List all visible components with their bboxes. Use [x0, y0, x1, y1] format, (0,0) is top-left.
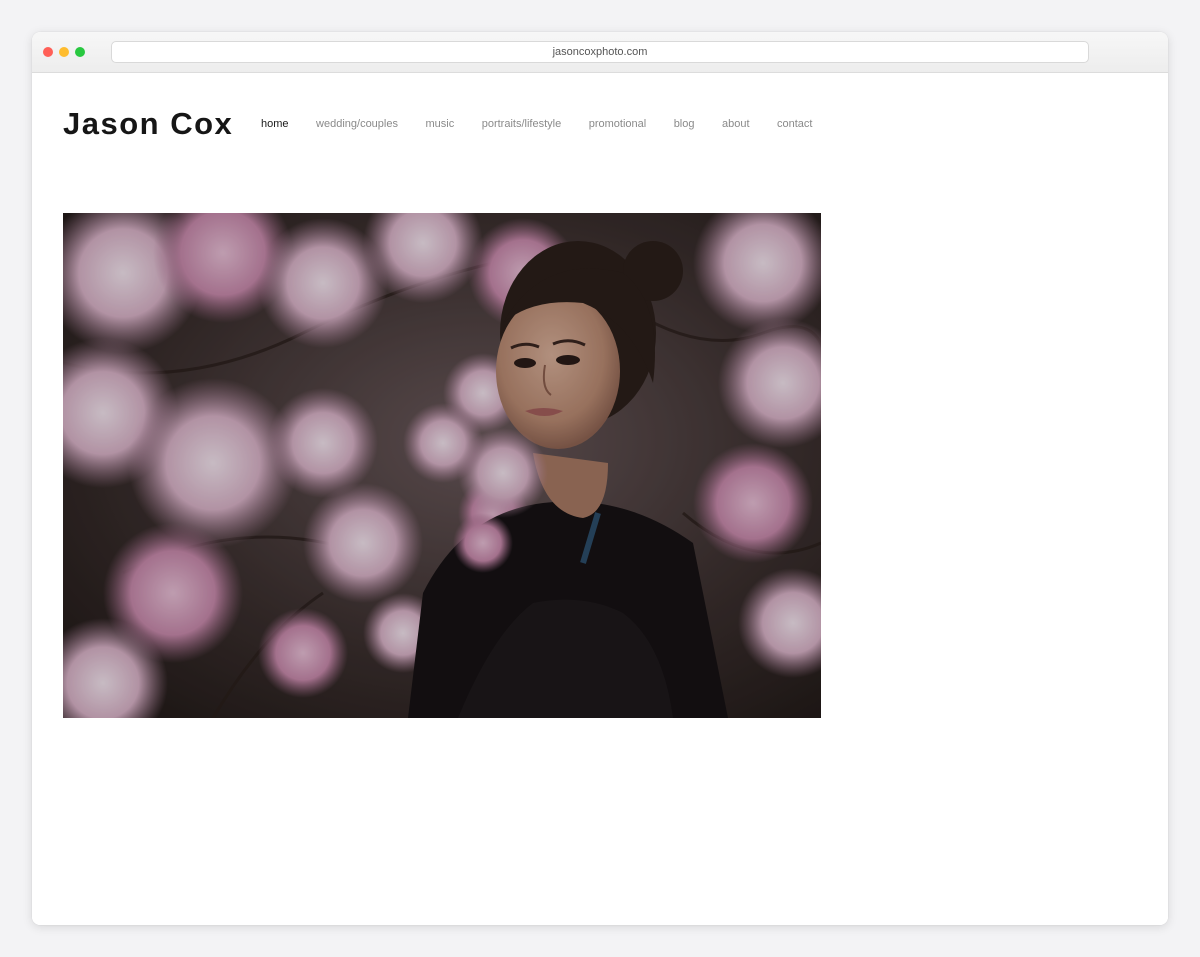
nav-item-wedding-couples[interactable]: wedding/couples: [316, 116, 398, 132]
web-page: Jason Cox home wedding/couples music por…: [32, 73, 1168, 925]
main-nav: home wedding/couples music portraits/lif…: [261, 116, 840, 132]
address-bar[interactable]: jasoncoxphoto.com: [111, 41, 1089, 63]
close-window-button[interactable]: [43, 47, 53, 57]
hero-photo[interactable]: [63, 213, 821, 718]
browser-window: jasoncoxphoto.com Jason Cox home wedding…: [32, 32, 1168, 925]
browser-toolbar: jasoncoxphoto.com: [32, 32, 1168, 73]
nav-item-about[interactable]: about: [722, 116, 750, 132]
site-logo[interactable]: Jason Cox: [63, 106, 233, 142]
nav-item-portraits-lifestyle[interactable]: portraits/lifestyle: [482, 116, 561, 132]
maximize-window-button[interactable]: [75, 47, 85, 57]
nav-item-music[interactable]: music: [425, 116, 454, 132]
nav-item-home[interactable]: home: [261, 116, 289, 132]
minimize-window-button[interactable]: [59, 47, 69, 57]
nav-item-blog[interactable]: blog: [674, 116, 695, 132]
portrait-photo-illustration: [63, 213, 821, 718]
nav-item-contact[interactable]: contact: [777, 116, 812, 132]
nav-item-promotional[interactable]: promotional: [589, 116, 646, 132]
